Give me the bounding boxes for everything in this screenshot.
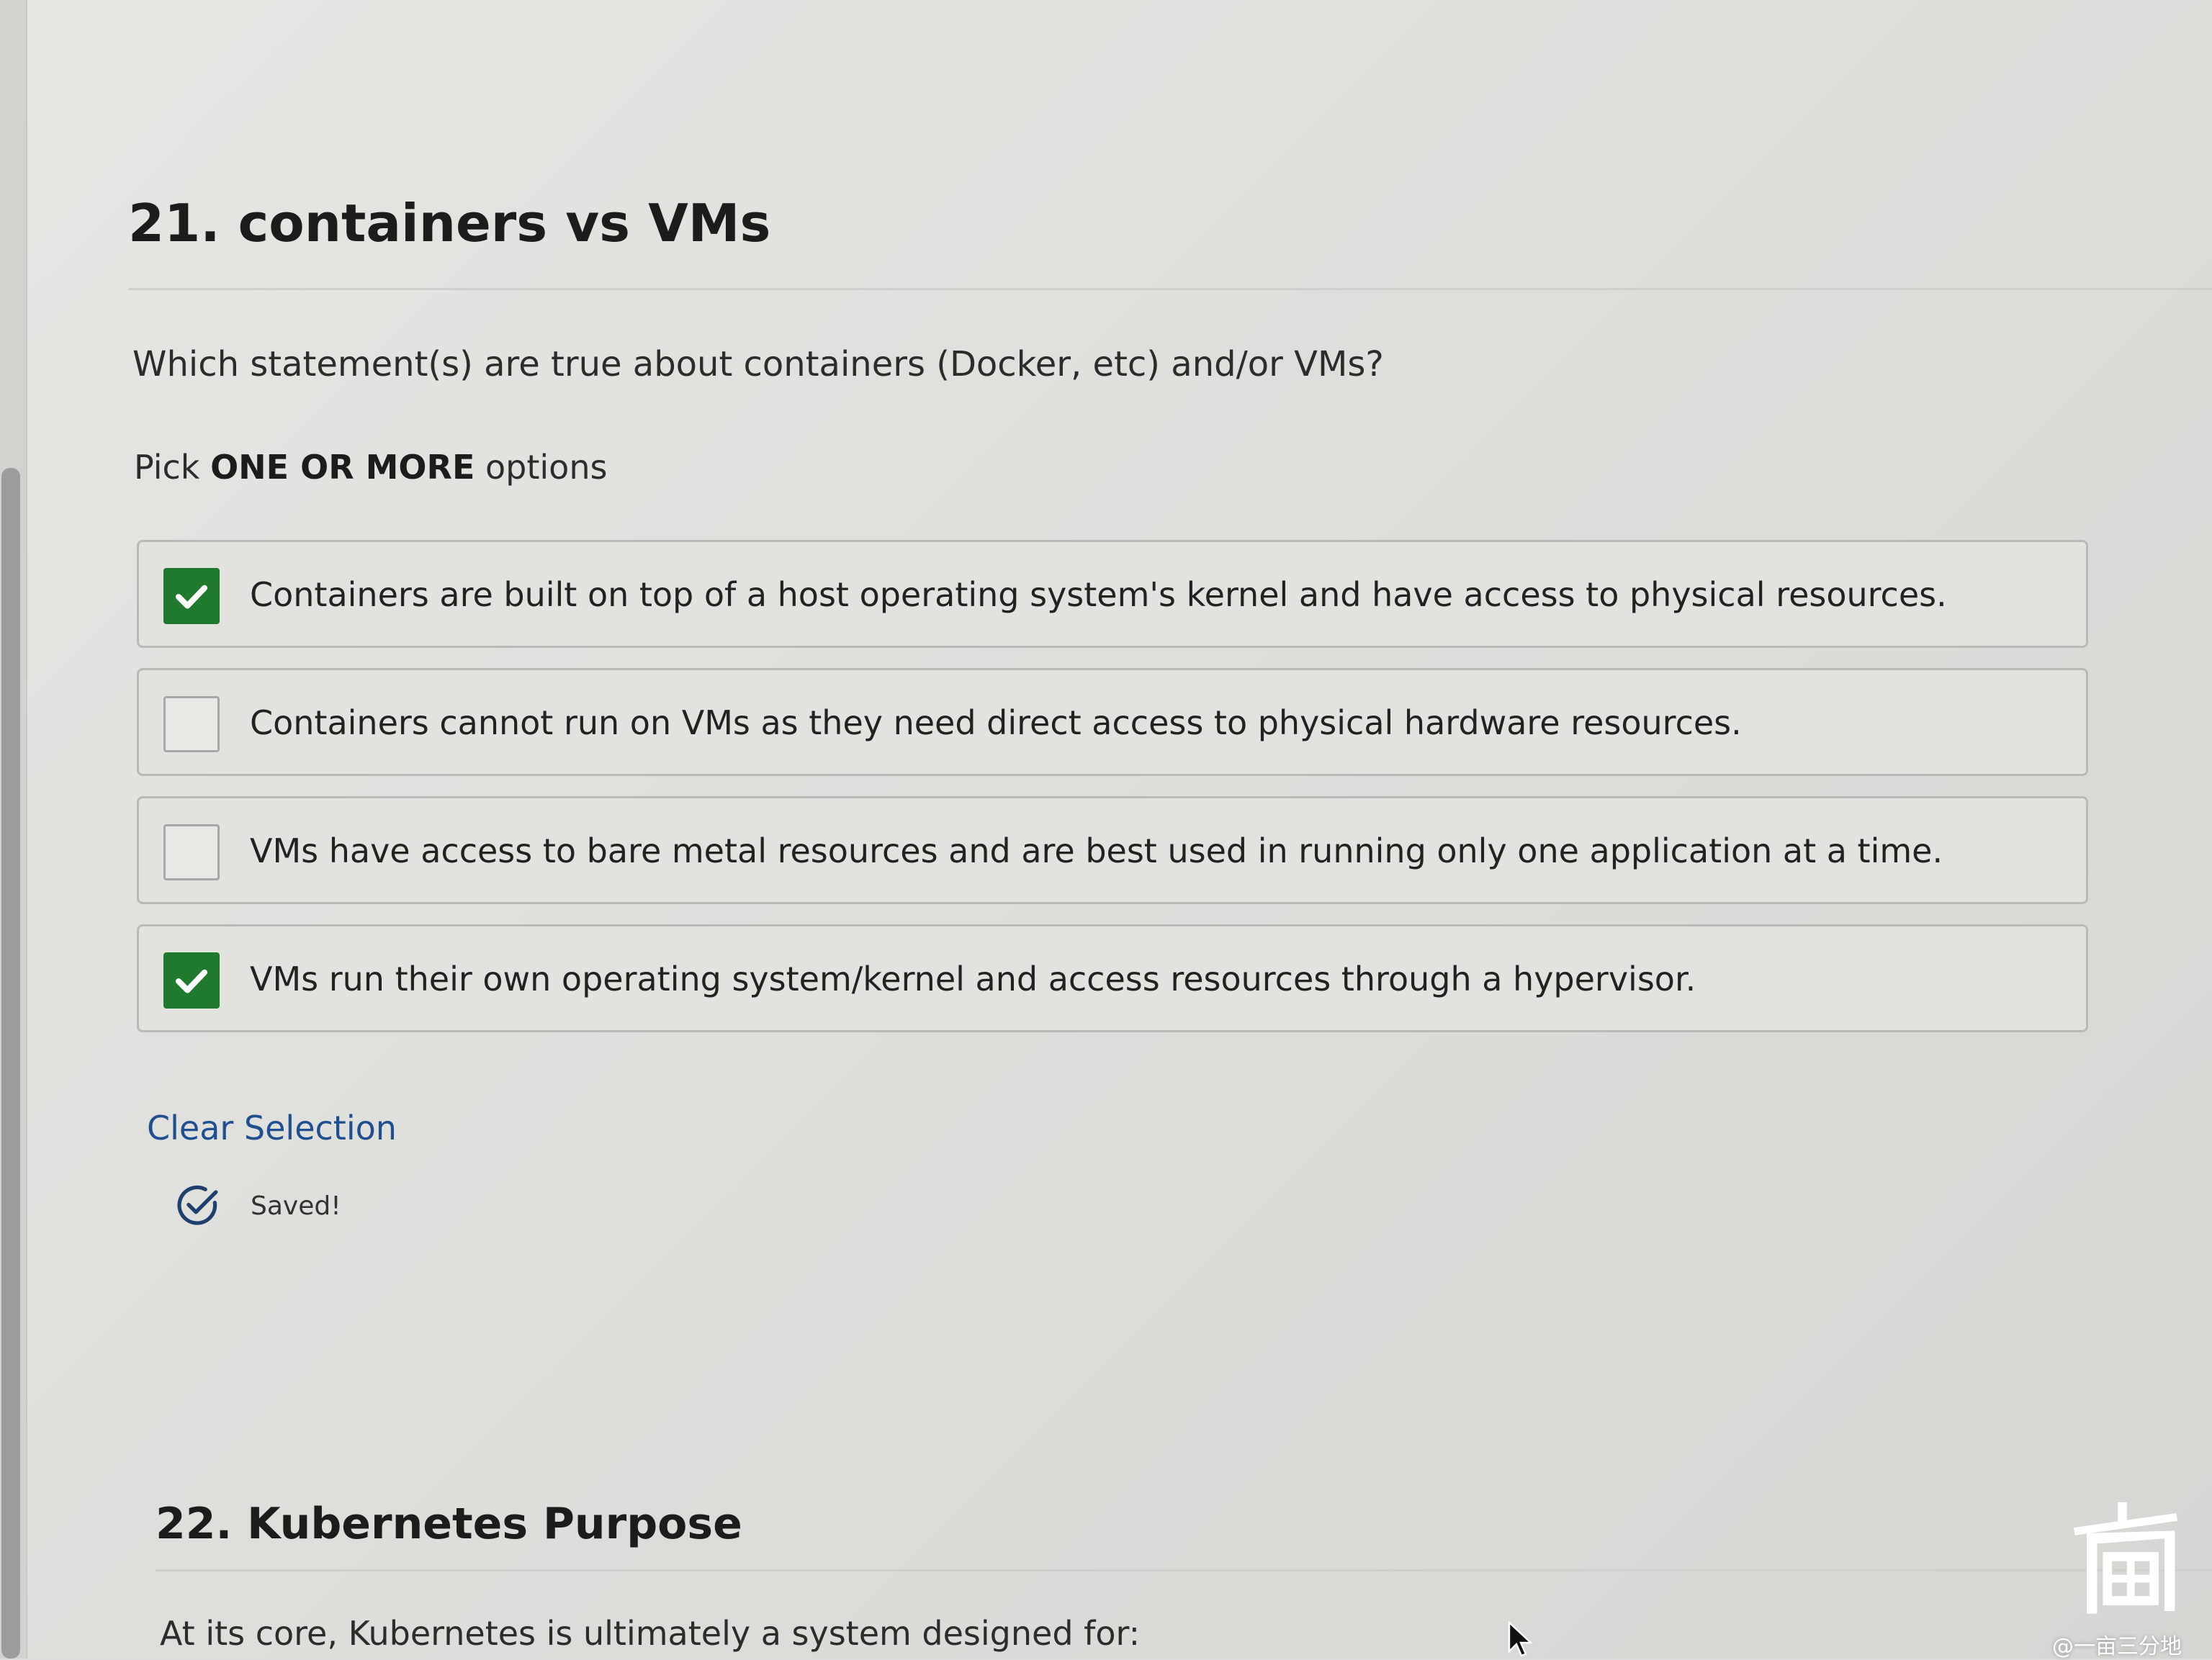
option-4-label: VMs run their own operating system/kerne… [250,960,1696,998]
option-3-label: VMs have access to bare metal resources … [250,831,1943,870]
option-2[interactable]: Containers cannot run on VMs as they nee… [137,668,2088,776]
option-4-checkbox[interactable] [163,952,220,1009]
watermark-text: @一亩三分地 [2052,1634,2182,1659]
option-1-label: Containers are built on top of a host op… [250,575,1947,614]
checkmark-icon [175,585,208,609]
checkmark-icon [175,969,208,993]
option-4[interactable]: VMs run their own operating system/kerne… [137,924,2088,1032]
clear-selection-link[interactable]: Clear Selection [147,1109,397,1147]
next-question-text: At its core, Kubernetes is ultimately a … [160,1614,1141,1653]
question-title: 21. containers vs VMs [128,193,771,253]
saved-text: Saved! [251,1191,341,1221]
check-circle-icon [177,1185,218,1225]
option-1-checkbox[interactable] [163,568,220,624]
mouse-cursor-icon [1508,1621,1534,1657]
option-2-label: Containers cannot run on VMs as they nee… [250,703,1742,742]
left-gutter [0,0,27,1659]
quiz-page: 21. containers vs VMs Which statement(s)… [0,0,2212,1659]
option-2-checkbox[interactable] [163,696,220,752]
next-question-title: 22. Kubernetes Purpose [156,1499,742,1549]
pick-prefix: Pick [134,448,200,487]
scrollbar-thumb[interactable] [1,468,20,1659]
option-3-checkbox[interactable] [163,824,220,880]
option-1[interactable]: Containers are built on top of a host op… [137,540,2088,648]
question-text: Which statement(s) are true about contai… [132,344,1384,384]
pick-suffix: options [485,448,608,487]
options-list: Containers are built on top of a host op… [137,540,2088,1052]
next-title-divider [156,1569,2212,1571]
pick-bold: ONE OR MORE [210,448,475,487]
pick-instruction: Pick ONE OR MORE options [134,448,607,487]
title-divider [128,288,2212,290]
option-3[interactable]: VMs have access to bare metal resources … [137,796,2088,904]
saved-status: Saved! [173,1181,341,1231]
watermark-logo-icon [2073,1502,2178,1614]
